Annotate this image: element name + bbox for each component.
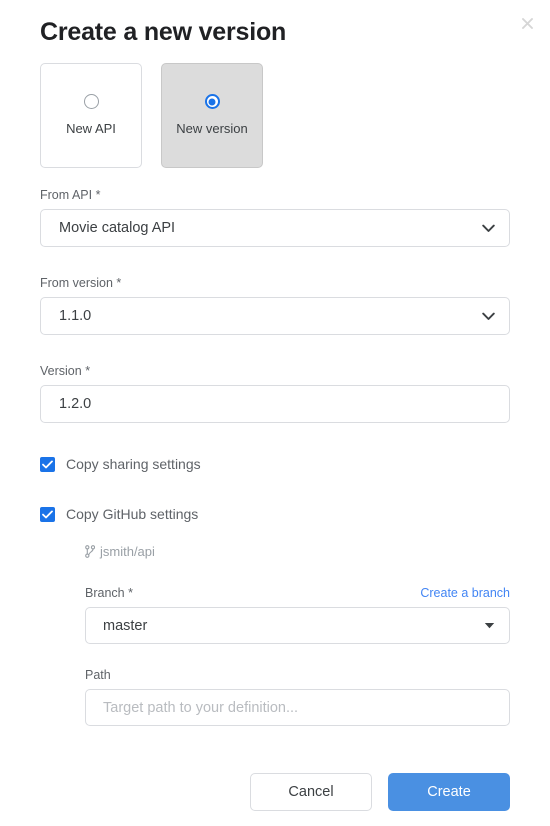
- chevron-down-icon: [475, 312, 501, 321]
- checkbox-checked-icon[interactable]: [40, 506, 55, 522]
- field-from-version: From version * 1.1.0: [40, 276, 510, 335]
- version-value: 1.2.0: [59, 396, 92, 412]
- from-api-label: From API *: [40, 188, 101, 202]
- path-input[interactable]: Target path to your definition...: [85, 689, 510, 726]
- field-from-api: From API * Movie catalog API: [40, 188, 510, 247]
- branch-label: Branch *: [85, 586, 133, 600]
- copy-sharing-settings-label: Copy sharing settings: [66, 456, 201, 472]
- git-branch-icon: [85, 545, 95, 558]
- version-label: Version *: [40, 364, 91, 378]
- dialog-title: Create a new version: [40, 18, 287, 46]
- chevron-down-icon: [475, 224, 501, 233]
- field-version: Version * 1.2.0: [40, 364, 510, 423]
- mode-tile-new-api[interactable]: New API: [40, 63, 142, 168]
- checkbox-copy-sharing-settings[interactable]: Copy sharing settings: [40, 456, 201, 472]
- github-repository: jsmith/api: [85, 544, 155, 559]
- copy-github-settings-label: Copy GitHub settings: [66, 506, 199, 522]
- mode-tile-group: New API New version: [40, 63, 263, 168]
- github-repository-name: jsmith/api: [100, 544, 155, 559]
- from-api-select[interactable]: Movie catalog API: [40, 209, 510, 247]
- mode-tile-label: New version: [176, 121, 248, 136]
- create-a-branch-link[interactable]: Create a branch: [420, 586, 510, 600]
- branch-value: master: [103, 617, 148, 634]
- path-placeholder: Target path to your definition...: [103, 699, 299, 716]
- from-version-select[interactable]: 1.1.0: [40, 297, 510, 335]
- triangle-down-icon: [477, 622, 501, 629]
- field-path: Path Target path to your definition...: [85, 668, 510, 726]
- version-input[interactable]: 1.2.0: [40, 385, 510, 423]
- from-version-label: From version *: [40, 276, 122, 290]
- cancel-button[interactable]: Cancel: [250, 773, 372, 811]
- dialog-footer: Cancel Create: [250, 773, 510, 811]
- checkbox-checked-icon[interactable]: [40, 456, 55, 472]
- path-label: Path: [85, 668, 111, 682]
- checkbox-copy-github-settings[interactable]: Copy GitHub settings: [40, 506, 198, 522]
- branch-label-row: Branch * Create a branch: [85, 586, 510, 600]
- close-icon[interactable]: [516, 12, 538, 34]
- from-api-value: Movie catalog API: [59, 220, 176, 236]
- radio-new-api[interactable]: [83, 94, 99, 109]
- create-version-dialog: Create a new version New API New version…: [0, 0, 550, 826]
- branch-select[interactable]: master: [85, 607, 510, 644]
- radio-new-version[interactable]: [204, 94, 220, 109]
- path-label-row: Path: [85, 668, 510, 682]
- mode-tile-new-version[interactable]: New version: [161, 63, 263, 168]
- mode-tile-label: New API: [66, 121, 116, 136]
- field-branch: Branch * Create a branch master: [85, 586, 510, 644]
- create-button[interactable]: Create: [388, 773, 510, 811]
- from-version-value: 1.1.0: [59, 308, 92, 324]
